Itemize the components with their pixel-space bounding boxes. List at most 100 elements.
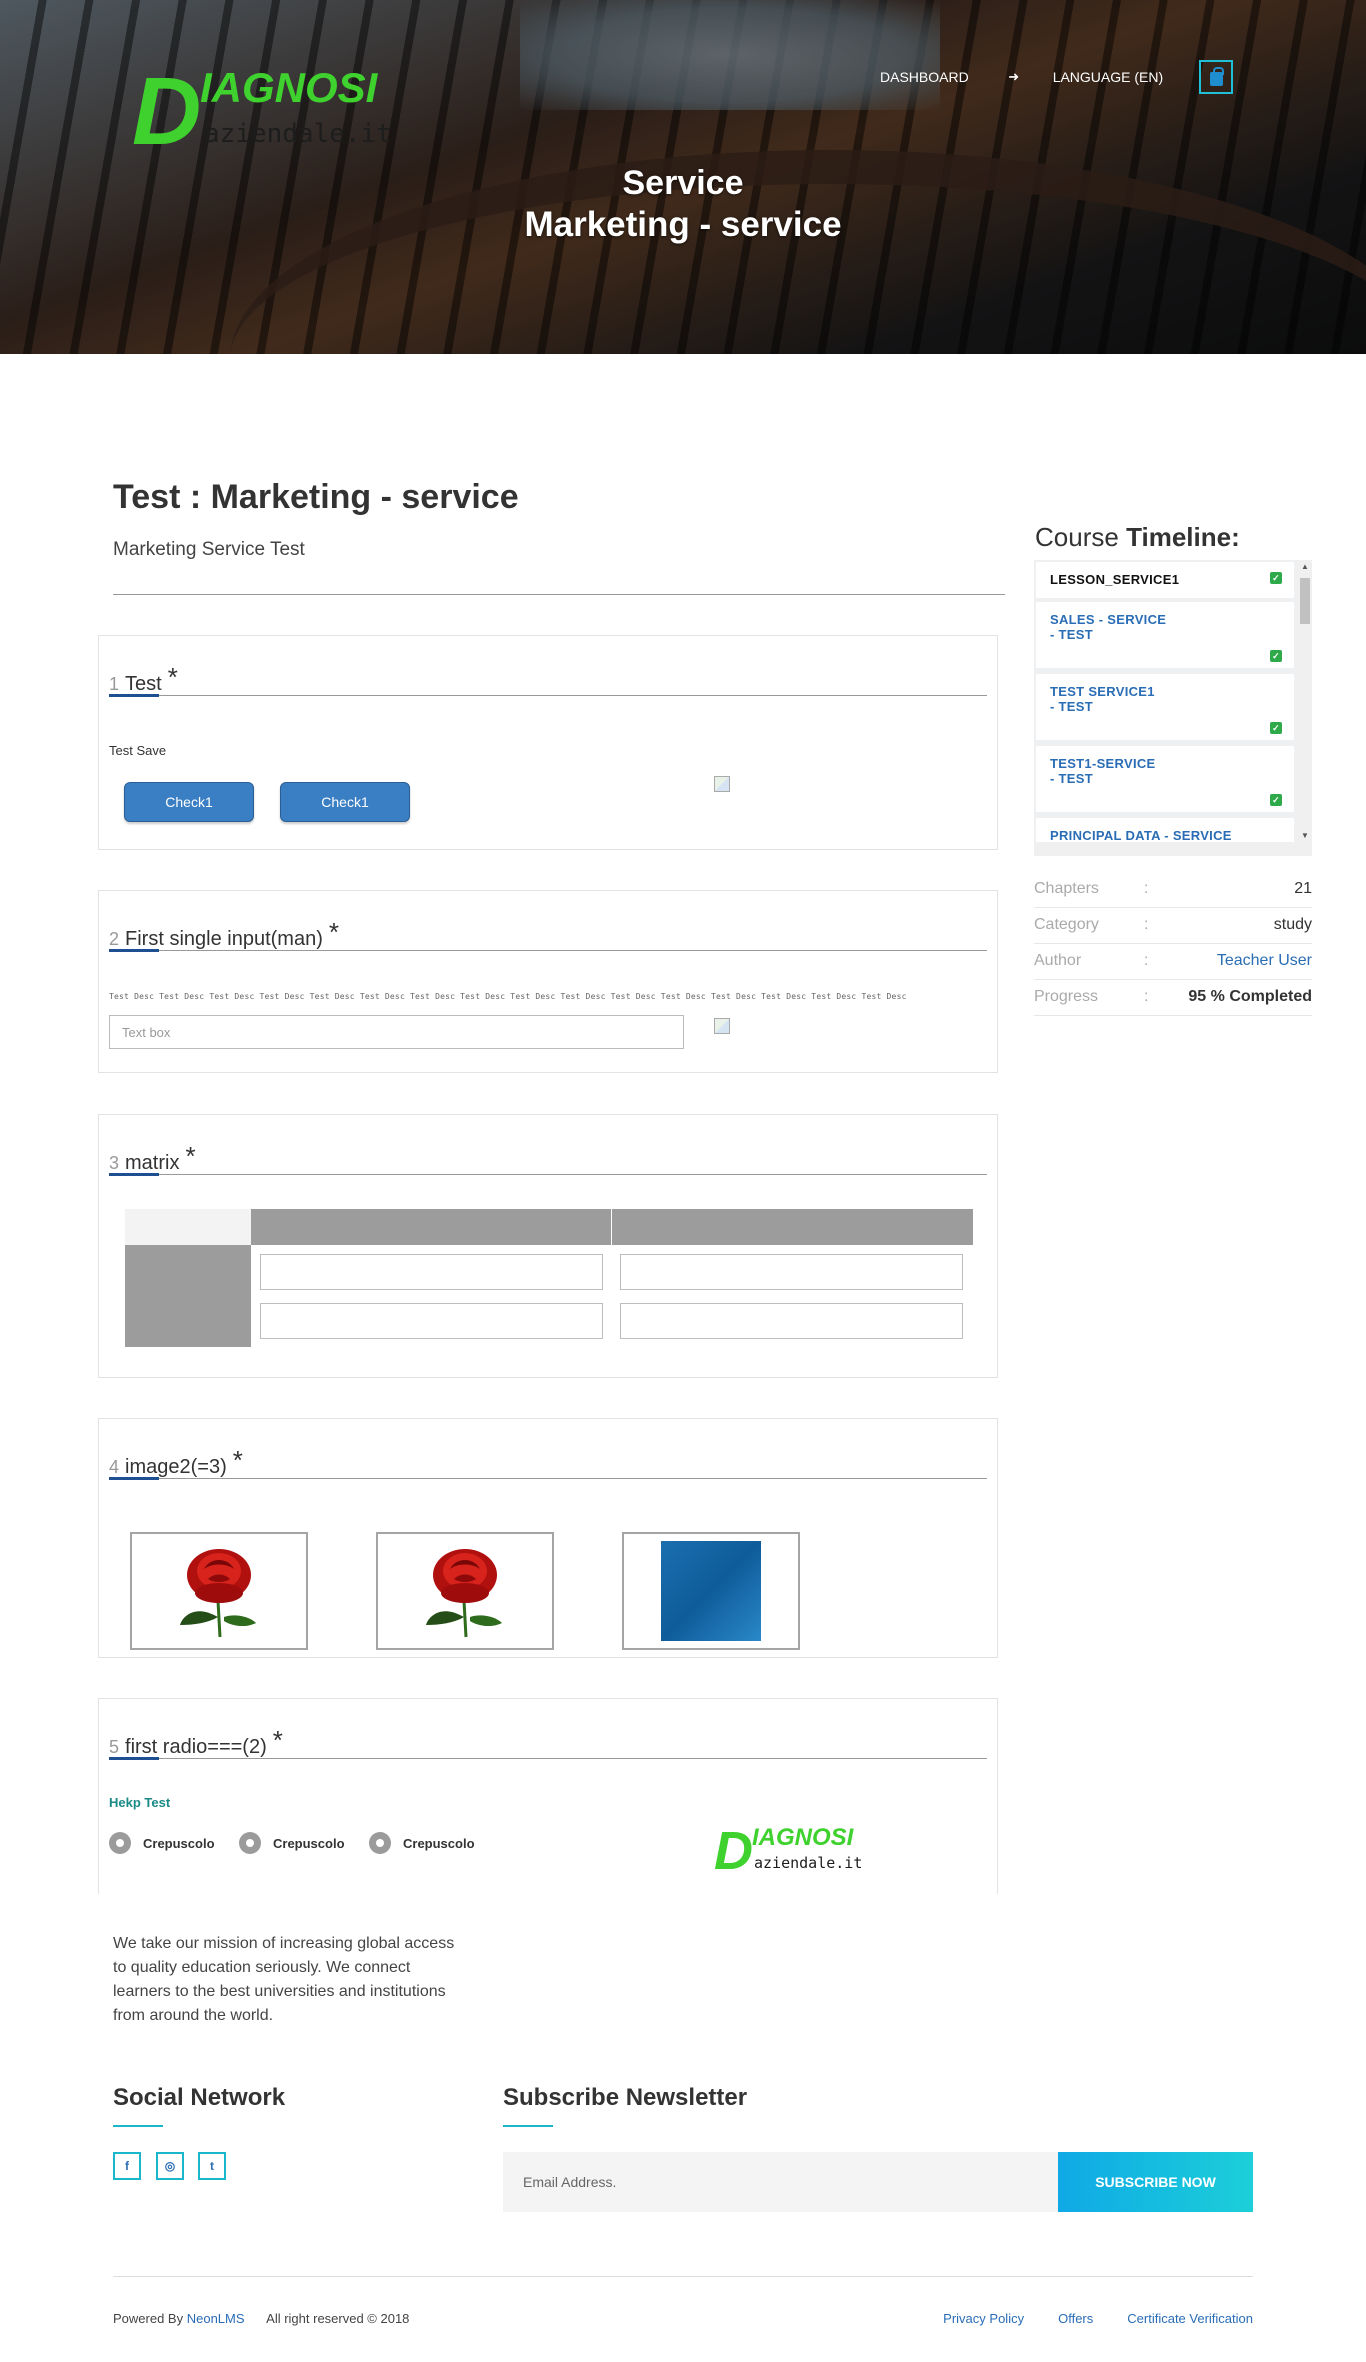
- text-box-input[interactable]: Text box: [109, 1015, 684, 1049]
- stat-separator: :: [1144, 916, 1149, 933]
- check-button-2[interactable]: Check1: [280, 782, 410, 822]
- nav-dashboard[interactable]: DASHBOARD: [880, 69, 969, 85]
- newsletter-heading: Subscribe Newsletter: [503, 2084, 748, 2111]
- scrollbar-thumb[interactable]: [1300, 578, 1310, 624]
- stat-value: 21: [1294, 880, 1312, 897]
- title-regular: Course: [1035, 522, 1119, 552]
- copyright-text: All right reserved © 2018: [266, 2311, 410, 2326]
- question-title: First single input(man): [125, 928, 323, 950]
- test-description: Marketing Service Test: [113, 539, 305, 560]
- facebook-icon[interactable]: f: [113, 2152, 141, 2180]
- matrix-cell-input[interactable]: [620, 1254, 963, 1290]
- image-option-2[interactable]: [376, 1532, 554, 1650]
- matrix-cell-input[interactable]: [260, 1303, 603, 1339]
- mission-text: We take our mission of increasing global…: [113, 1935, 455, 2024]
- timeline-item-label: PRINCIPAL DATA - SERVICE: [1050, 828, 1232, 843]
- site-logo[interactable]: D IAGNOSI aziendale.it: [132, 62, 492, 154]
- footer-divider: [113, 2276, 1253, 2277]
- twitter-icon[interactable]: t: [198, 2152, 226, 2180]
- hero-title-line2: Marketing - service: [524, 205, 842, 244]
- title-bold: Timeline:: [1126, 522, 1240, 552]
- subscribe-button[interactable]: SUBSCRIBE NOW: [1058, 2152, 1253, 2212]
- timeline-vertical-scrollbar[interactable]: ▲ ▼: [1298, 560, 1312, 842]
- blue-square-image: [661, 1541, 761, 1641]
- email-input[interactable]: Email Address.: [503, 2152, 1058, 2212]
- svg-text:D: D: [132, 62, 201, 154]
- scroll-up-icon[interactable]: ▲: [1301, 562, 1309, 571]
- stat-chapters: Chapters: 21: [1034, 872, 1312, 908]
- hero-title-line1: Service: [622, 164, 744, 202]
- check-icon: ✓: [1270, 572, 1282, 584]
- instagram-icon[interactable]: ◎: [156, 2152, 184, 2180]
- stat-separator: :: [1144, 880, 1149, 897]
- image-option-3[interactable]: [622, 1532, 800, 1650]
- question-header: 5 first radio===(2) *: [109, 1725, 987, 1760]
- header-accent-bar: [109, 1757, 159, 1760]
- timeline-item-sublabel: - TEST: [1050, 771, 1093, 786]
- radio-option-2[interactable]: Crepuscolo: [239, 1832, 345, 1854]
- radio-label: Crepuscolo: [143, 1835, 215, 1851]
- timeline-item-label: TEST SERVICE1: [1050, 684, 1155, 699]
- timeline-item-3[interactable]: TEST SERVICE1 - TEST ✓: [1036, 674, 1294, 740]
- question-text: Test Save: [109, 743, 167, 758]
- matrix-column-header: [251, 1209, 611, 1245]
- divider: [113, 594, 1005, 595]
- check-icon: ✓: [1270, 650, 1282, 662]
- timeline-item-2[interactable]: SALES - SERVICE - TEST ✓: [1036, 602, 1294, 668]
- timeline-horizontal-scrollbar[interactable]: [1034, 842, 1312, 856]
- stat-separator: :: [1144, 952, 1149, 969]
- radio-option-3[interactable]: Crepuscolo: [369, 1832, 475, 1854]
- check-button-1[interactable]: Check1: [124, 782, 254, 822]
- offers-link[interactable]: Offers: [1058, 2311, 1093, 2326]
- timeline-item-1[interactable]: LESSON_SERVICE1 ✓: [1036, 562, 1294, 598]
- header-accent-bar: [109, 1173, 159, 1176]
- required-star: *: [167, 662, 178, 692]
- help-text: Hekp Test: [109, 1795, 171, 1810]
- timeline-item-label: TEST1-SERVICE: [1050, 756, 1156, 771]
- radio-label: Crepuscolo: [403, 1835, 475, 1851]
- question-card-4: 4 image2(=3) *: [98, 1418, 998, 1658]
- rose-image: [426, 1549, 502, 1638]
- scroll-down-icon[interactable]: ▼: [1301, 831, 1309, 840]
- rose-image: [180, 1549, 256, 1638]
- svg-text:D: D: [714, 1823, 753, 1875]
- image-option-1[interactable]: [130, 1532, 308, 1650]
- matrix-cell-input[interactable]: [260, 1254, 603, 1290]
- question-header: 4 image2(=3) *: [109, 1445, 987, 1480]
- matrix-grid: [125, 1209, 973, 1347]
- powered-by: Powered By NeonLMS All right reserved © …: [113, 2311, 409, 2326]
- neonlms-link[interactable]: NeonLMS: [187, 2311, 245, 2326]
- svg-text:IAGNOSI: IAGNOSI: [752, 1824, 855, 1851]
- author-link[interactable]: Teacher User: [1217, 952, 1312, 970]
- nav-language[interactable]: LANGUAGE (EN): [1053, 69, 1163, 85]
- radio-circle[interactable]: [239, 1832, 261, 1854]
- question-card-2: 2 First single input(man) * Test Desc Test…: [98, 890, 998, 1073]
- footer-links: Privacy Policy Offers Certificate Verifi…: [943, 2311, 1253, 2326]
- radio-option-1[interactable]: Crepuscolo: [109, 1832, 215, 1854]
- question-title: matrix: [125, 1152, 180, 1174]
- course-timeline[interactable]: LESSON_SERVICE1 ✓ SALES - SERVICE - TEST…: [1034, 560, 1312, 856]
- required-star: *: [185, 1141, 196, 1171]
- timeline-item-sublabel: - TEST: [1050, 627, 1093, 642]
- stat-value: 95 % Completed: [1188, 988, 1312, 1005]
- course-timeline-title: Course Timeline:: [1035, 522, 1240, 553]
- radio-circle[interactable]: [369, 1832, 391, 1854]
- cart-button[interactable]: [1199, 60, 1234, 94]
- radio-circle[interactable]: [109, 1832, 131, 1854]
- matrix-cell-input[interactable]: [620, 1303, 963, 1339]
- shopping-bag-icon: [1209, 66, 1224, 86]
- required-star: *: [328, 917, 339, 947]
- question-card-3: 3 matrix *: [98, 1114, 998, 1378]
- stat-value: study: [1273, 916, 1312, 933]
- certificate-verification-link[interactable]: Certificate Verification: [1127, 2311, 1253, 2326]
- logout-icon[interactable]: ➜: [1005, 69, 1023, 85]
- timeline-item-4[interactable]: TEST1-SERVICE - TEST ✓: [1036, 746, 1294, 812]
- powered-prefix: Powered By: [113, 2311, 184, 2326]
- privacy-policy-link[interactable]: Privacy Policy: [943, 2311, 1024, 2326]
- stat-separator: :: [1144, 988, 1149, 1005]
- header-accent-bar: [109, 949, 159, 952]
- matrix-row-header: [125, 1296, 251, 1347]
- question-header: 2 First single input(man) *: [109, 917, 987, 952]
- stat-label: Category: [1034, 916, 1099, 933]
- stat-progress: Progress: 95 % Completed: [1034, 980, 1312, 1016]
